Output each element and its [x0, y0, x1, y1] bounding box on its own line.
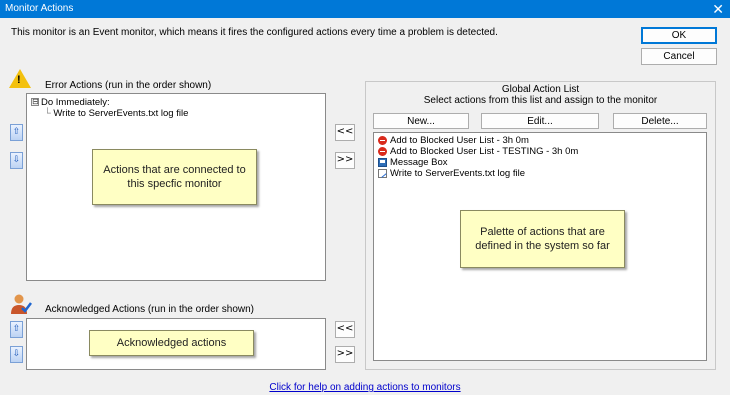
edit-action-button[interactable]: Edit... — [481, 113, 599, 129]
ack-remove-button[interactable]: >> — [335, 346, 355, 363]
list-item[interactable]: Add to Blocked User List - 3h 0m — [378, 135, 578, 146]
list-item-label: Message Box — [390, 157, 448, 168]
ok-button[interactable]: OK — [641, 27, 717, 44]
list-item[interactable]: Write to ServerEvents.txt log file — [378, 168, 578, 179]
block-icon — [378, 147, 387, 156]
connected-actions-callout: Actions that are connected to this specf… — [92, 149, 257, 205]
warning-exclamation: ! — [17, 74, 21, 86]
list-item[interactable]: Message Box — [378, 157, 578, 168]
move-down-icon[interactable]: ⇩ — [10, 152, 23, 169]
cancel-button[interactable]: Cancel — [641, 48, 717, 65]
monitor-description: This monitor is an Event monitor, which … — [11, 27, 498, 38]
write-log-icon — [378, 169, 387, 178]
title-bar: Monitor Actions ✕ — [0, 0, 730, 18]
move-up-icon[interactable]: ⇧ — [10, 124, 23, 141]
close-icon[interactable]: ✕ — [712, 0, 724, 18]
window-title: Monitor Actions — [5, 3, 74, 14]
new-action-button[interactable]: New... — [373, 113, 469, 129]
tree-item[interactable]: └ Write to ServerEvents.txt log file — [31, 108, 188, 119]
tree-item-label: Write to ServerEvents.txt log file — [53, 108, 189, 119]
error-actions-label: Error Actions (run in the order shown) — [45, 80, 212, 91]
tree-group-label: Do Immediately: — [41, 97, 110, 108]
ack-move-down-icon[interactable]: ⇩ — [10, 346, 23, 363]
block-icon — [378, 136, 387, 145]
palette-actions-callout: Palette of actions that are defined in t… — [460, 210, 625, 268]
remove-button[interactable]: >> — [335, 152, 355, 169]
list-item[interactable]: Add to Blocked User List - TESTING - 3h … — [378, 146, 578, 157]
help-link[interactable]: Click for help on adding actions to moni… — [0, 382, 730, 393]
acknowledge-user-icon — [11, 294, 32, 314]
tree-connector: └ — [44, 108, 54, 119]
assign-button[interactable]: << — [335, 124, 355, 141]
list-item-label: Add to Blocked User List - 3h 0m — [390, 135, 529, 146]
list-item-label: Add to Blocked User List - TESTING - 3h … — [390, 146, 579, 157]
tree-group-do-immediately[interactable]: ⊟ Do Immediately: — [31, 97, 188, 108]
global-list-subtitle: Select actions from this list and assign… — [423, 95, 658, 106]
ack-assign-button[interactable]: << — [335, 321, 355, 338]
list-item-label: Write to ServerEvents.txt log file — [390, 168, 525, 179]
global-list-title: Global Action List — [501, 84, 580, 95]
ack-actions-label: Acknowledged Actions (run in the order s… — [45, 304, 255, 315]
delete-action-button[interactable]: Delete... — [613, 113, 707, 129]
collapse-icon[interactable]: ⊟ — [31, 98, 39, 107]
ack-actions-callout: Acknowledged actions — [89, 330, 254, 356]
ack-move-up-icon[interactable]: ⇧ — [10, 321, 23, 338]
message-box-icon — [378, 158, 387, 167]
